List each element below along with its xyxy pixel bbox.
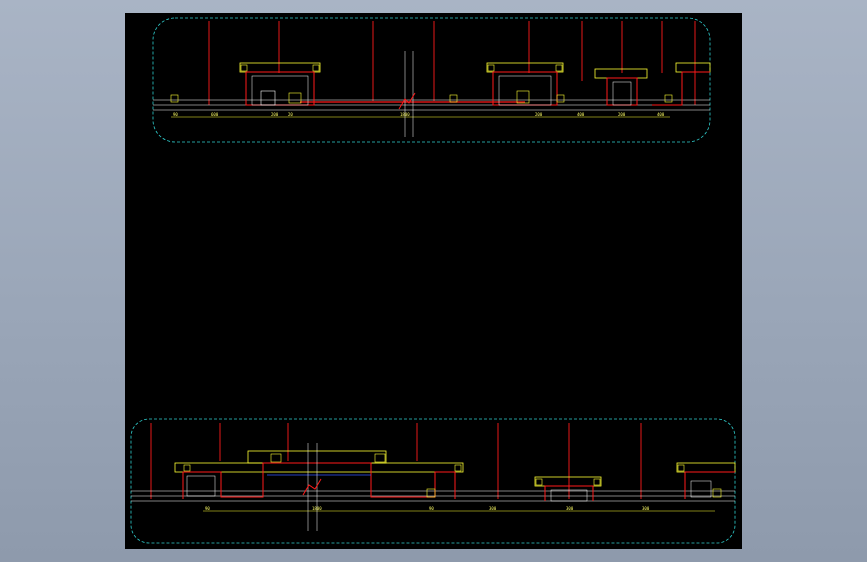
top-dim-label: 600 xyxy=(211,112,219,117)
top-dim-label: 200 xyxy=(535,112,543,117)
top-dim-label: 20 xyxy=(288,112,293,117)
bottom-break-line xyxy=(302,443,322,531)
bottom-dim-label: 300 xyxy=(642,506,650,511)
top-dim-label: 90 xyxy=(173,112,178,117)
top-dim-label: 200 xyxy=(618,112,626,117)
bottom-leader-lines xyxy=(150,423,642,499)
bottom-dim-label: 90 xyxy=(205,506,210,511)
top-dim-label: 400 xyxy=(577,112,585,117)
bottom-dim-label: 90 xyxy=(429,506,434,511)
bottom-box-right xyxy=(676,462,736,499)
top-box-small xyxy=(556,68,648,106)
top-break-line xyxy=(398,51,416,137)
section-bottom-frame[interactable] xyxy=(130,418,736,544)
top-step-right xyxy=(652,62,711,106)
bottom-dim-label: 1800 xyxy=(312,506,322,511)
bottom-dim-label: 300 xyxy=(489,506,497,511)
bottom-dimension-labels: 90 1800 90 300 300 300 xyxy=(205,506,650,511)
top-dim-label: 1800 xyxy=(400,112,410,117)
bottom-box-small xyxy=(534,476,602,502)
bottom-dim-label: 300 xyxy=(566,506,574,511)
section-top-frame[interactable] xyxy=(152,17,711,143)
cad-drawing: 90 600 200 20 1800 200 400 200 400 90 18… xyxy=(130,17,736,544)
bottom-box-main xyxy=(174,450,464,499)
bottom-slab xyxy=(131,490,735,502)
cad-viewport[interactable]: 90 600 200 20 1800 200 400 200 400 90 18… xyxy=(125,13,742,549)
top-dim-label: 400 xyxy=(657,112,665,117)
top-dimension-labels: 90 600 200 20 1800 200 400 200 400 xyxy=(173,112,665,117)
section-bottom: 90 1800 90 300 300 300 xyxy=(130,418,736,544)
top-dim-label: 200 xyxy=(271,112,279,117)
top-box-right xyxy=(449,62,564,106)
top-box-left xyxy=(170,62,321,106)
section-top: 90 600 200 20 1800 200 400 200 400 xyxy=(152,17,711,143)
